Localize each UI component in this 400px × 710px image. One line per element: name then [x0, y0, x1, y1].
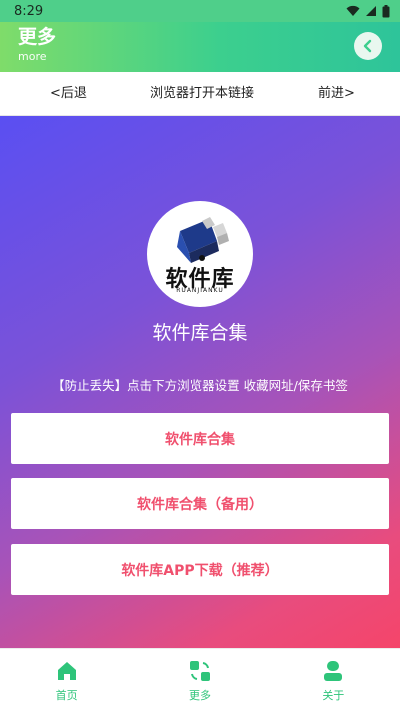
collection-link-button[interactable]: 软件库合集	[11, 413, 389, 464]
hero-section: 软件库 RUANJIANKU 软件库合集 【防止丢失】点击下方浏览器设置 收藏网…	[0, 116, 400, 648]
nav-forward-link[interactable]: 前进>	[318, 85, 355, 103]
nav-back-link[interactable]: <后退	[50, 85, 87, 103]
tab-home-label: 首页	[55, 689, 78, 702]
page-subtitle: more	[18, 50, 47, 63]
status-time: 8:29	[14, 3, 44, 19]
hero-title: 软件库合集	[152, 322, 248, 344]
logo-subtext: RUANJIANKU	[176, 287, 224, 294]
page-title: 更多	[18, 26, 57, 48]
app-download-button[interactable]: 软件库APP下载（推荐）	[11, 544, 389, 595]
bookmark-notice: 【防止丢失】点击下方浏览器设置 收藏网址/保存书签	[52, 378, 348, 393]
backup-collection-link-button[interactable]: 软件库合集（备用）	[11, 478, 389, 529]
status-icons	[346, 4, 390, 18]
signal-icon	[366, 6, 376, 16]
tab-more[interactable]: 更多	[133, 649, 266, 710]
open-in-browser-link[interactable]: 浏览器打开本链接	[150, 85, 254, 103]
status-bar: 8:29	[0, 0, 400, 22]
app-logo: 软件库 RUANJIANKU	[147, 201, 253, 307]
back-button[interactable]	[354, 32, 382, 60]
tab-more-label: 更多	[188, 689, 211, 702]
chevron-left-icon	[363, 39, 372, 53]
app-header: 更多 more	[0, 22, 400, 72]
wifi-icon	[346, 5, 360, 16]
bottom-tab-bar: 首页 更多 关于	[0, 648, 400, 710]
user-icon	[324, 661, 343, 681]
battery-icon	[382, 4, 390, 17]
home-icon	[57, 662, 76, 680]
tab-home[interactable]: 首页	[0, 649, 133, 710]
tab-about[interactable]: 关于	[267, 649, 400, 710]
more-icon	[189, 661, 210, 681]
tab-about-label: 关于	[322, 689, 345, 702]
browser-nav-bar: <后退 浏览器打开本链接 前进>	[0, 72, 400, 116]
